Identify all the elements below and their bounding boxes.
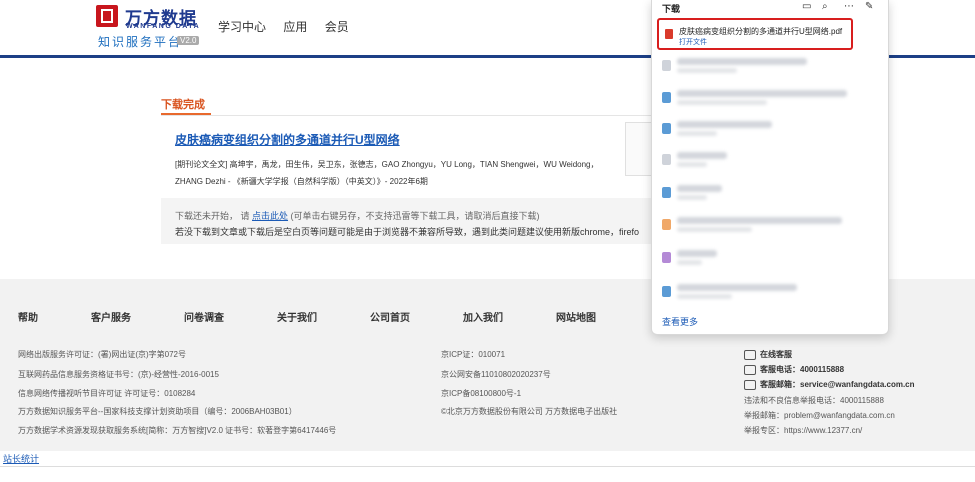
list-item[interactable]: [662, 150, 862, 170]
wanfang-logo-icon[interactable]: [96, 5, 118, 27]
pin-icon[interactable]: ✎: [865, 1, 873, 12]
file-icon: [662, 123, 671, 134]
file-icon: [662, 154, 671, 165]
paper-source: ZHANG Dezhi - 《新疆大学学报（自然科学版）（中英文）》- 2022…: [175, 177, 428, 186]
list-item[interactable]: [662, 183, 862, 203]
report-zone[interactable]: 举报专区：https://www.12377.cn/: [744, 425, 862, 436]
footer-link-survey[interactable]: 问卷调查: [184, 309, 224, 324]
list-item[interactable]: [662, 56, 862, 76]
list-item[interactable]: [662, 282, 862, 302]
list-item[interactable]: [662, 119, 862, 139]
file-icon: [662, 219, 671, 230]
search-icon[interactable]: ⌕: [822, 1, 828, 12]
file-icon: [662, 286, 671, 297]
license-line: 万方数据知识服务平台--国家科技支撑计划资助项目（编号：2006BAH03B01…: [18, 407, 297, 416]
phone-icon: [744, 364, 756, 375]
footer-link-jobs[interactable]: 加入我们: [463, 309, 503, 324]
list-item[interactable]: [662, 248, 862, 268]
footer-link-sitemap[interactable]: 网站地图: [556, 309, 596, 324]
site-stats-link[interactable]: 站长统计: [3, 452, 39, 465]
list-item[interactable]: [662, 215, 862, 235]
footer-link-about[interactable]: 关于我们: [277, 309, 317, 324]
icp-line[interactable]: 京ICP备08100800号-1: [441, 388, 521, 399]
downloads-panel: 下载 ▭ ⌕ ⋯ ✎ 皮肤癌病变组织分割的多通道并行U型网络.pdf 打开文件 …: [651, 0, 889, 335]
nav-membership[interactable]: 会员: [325, 20, 349, 34]
tab-download-complete[interactable]: 下载完成: [161, 96, 205, 112]
report-phone: 违法和不良信息举报电话：4000115888: [744, 396, 884, 405]
headset-icon: [744, 349, 756, 360]
service-email: 客服邮箱：service@wanfangdata.com.cn: [744, 379, 915, 390]
license-line: 万方数据学术资源发现获取服务系统[简称：万方智搜]V2.0 证书号：软著登字第6…: [18, 426, 337, 435]
folder-icon[interactable]: ▭: [802, 1, 811, 12]
footer-link-service[interactable]: 客户服务: [91, 309, 131, 324]
main-nav: 学习中心 应用 会员: [218, 18, 363, 35]
notice-line-2: 若没下载到文章或下载后是空白页等问题可能是由于浏览器不兼容所导致，遇到此类问题建…: [175, 227, 640, 237]
file-icon: [662, 252, 671, 263]
footer-link-home[interactable]: 公司首页: [370, 309, 410, 324]
icp-line[interactable]: 京公网安备11010802020237号: [441, 369, 551, 380]
logo-english: WANFANG DATA: [126, 23, 201, 30]
pdf-file-icon: [665, 29, 673, 39]
list-item[interactable]: [662, 88, 862, 108]
online-service-label: 在线客服: [760, 350, 792, 359]
download-item-highlighted[interactable]: 皮肤癌病变组织分割的多通道并行U型网络.pdf 打开文件: [657, 18, 853, 50]
notice-line-1: 下载还未开始， 请 点击此处 (可单击右键另存，不支持迅雷等下载工具，请取消后直…: [175, 209, 540, 222]
open-file-link[interactable]: 打开文件: [679, 37, 707, 47]
download-file-name: 皮肤癌病变组织分割的多通道并行U型网络.pdf: [679, 27, 843, 36]
paper-authors: [期刊论文全文] 高坤宇，禹龙，田生伟，吴卫东，张德志，GAO Zhongyu，…: [175, 160, 599, 169]
file-icon: [662, 187, 671, 198]
paper-title-link[interactable]: 皮肤癌病变组织分割的多通道并行U型网络: [175, 131, 400, 148]
copyright-line: ©北京万方数据股份有限公司 万方数据电子出版社: [441, 407, 618, 416]
report-email: 举报邮箱：problem@wanfangdata.com.cn: [744, 411, 895, 420]
click-here-link[interactable]: 点击此处: [252, 211, 288, 221]
email-label: 客服邮箱：: [760, 380, 800, 389]
license-line: 互联网药品信息服务资格证书号：(京)-经营性-2016-0015: [18, 370, 219, 379]
more-options-icon[interactable]: ⋯: [844, 1, 854, 12]
logo-subtitle: 知识服务平台: [98, 35, 183, 49]
nav-apps[interactable]: 应用: [283, 20, 307, 34]
footer-link-help[interactable]: 帮助: [18, 309, 38, 324]
license-line: 信息网络传播视听节目许可证 许可证号：0108284: [18, 389, 196, 398]
online-service[interactable]: 在线客服: [744, 349, 792, 360]
file-icon: [662, 92, 671, 103]
bottom-divider: [0, 466, 975, 467]
view-more-link[interactable]: 查看更多: [662, 315, 698, 328]
downloads-title: 下载: [662, 4, 681, 14]
tab-divider: [161, 115, 651, 116]
notice-prefix: 下载还未开始， 请: [175, 211, 253, 221]
version-badge: V2.0: [177, 36, 200, 45]
nav-learning-center[interactable]: 学习中心: [218, 20, 266, 34]
phone-number: 4000115888: [800, 365, 845, 374]
mail-icon: [744, 379, 756, 390]
service-phone: 客服电话：4000115888: [744, 364, 844, 375]
icp-line[interactable]: 京ICP证：010071: [441, 349, 505, 360]
notice-suffix: (可单击右键另存，不支持迅雷等下载工具，请取消后直接下载): [288, 211, 540, 221]
email-address[interactable]: service@wanfangdata.com.cn: [800, 380, 915, 389]
license-line: 网络出版服务许可证：(署)网出证(京)字第072号: [18, 350, 187, 359]
phone-label: 客服电话：: [760, 365, 800, 374]
file-icon: [662, 60, 671, 71]
